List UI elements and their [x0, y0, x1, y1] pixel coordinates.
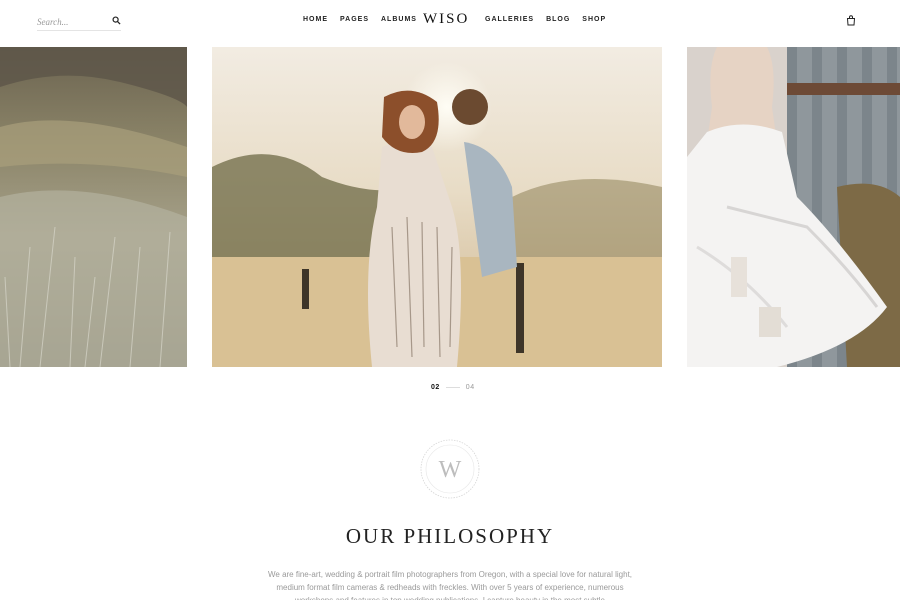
current-slide-number: 02: [431, 384, 440, 391]
slide-maternity-couple[interactable]: [212, 47, 662, 367]
slider-pagination: 02 04: [431, 384, 475, 391]
nav-blog[interactable]: BLOG: [546, 16, 570, 23]
slide-bride[interactable]: [687, 47, 900, 367]
badge-letter: W: [439, 457, 462, 483]
shopping-bag-icon[interactable]: [846, 15, 856, 26]
main-nav-right: GALLERIES BLOG SHOP: [485, 16, 606, 23]
search-input[interactable]: [37, 13, 107, 31]
grass-field-image: [0, 47, 187, 367]
nav-home[interactable]: HOME: [303, 16, 328, 23]
nav-albums[interactable]: ALBUMS: [381, 16, 417, 23]
total-slides-number: 04: [465, 384, 475, 391]
nav-pages[interactable]: PAGES: [340, 16, 369, 23]
wiso-badge-logo: W: [420, 439, 480, 499]
pagination-progress-bar: [445, 387, 460, 388]
slide-grass-field[interactable]: [0, 47, 187, 367]
nav-shop[interactable]: SHOP: [582, 16, 606, 23]
philosophy-text: We are fine-art, wedding & portrait film…: [267, 570, 633, 600]
bride-image: [687, 47, 900, 367]
search-icon[interactable]: [112, 16, 121, 25]
site-logo[interactable]: WISO: [423, 11, 469, 28]
site-header: HOME PAGES ALBUMS WISO GALLERIES BLOG SH…: [0, 0, 900, 46]
search-box: [37, 12, 121, 31]
main-nav-left: HOME PAGES ALBUMS: [303, 16, 417, 23]
nav-galleries[interactable]: GALLERIES: [485, 16, 534, 23]
maternity-couple-image: [212, 47, 662, 367]
philosophy-heading: OUR PHILOSOPHY: [345, 524, 555, 548]
